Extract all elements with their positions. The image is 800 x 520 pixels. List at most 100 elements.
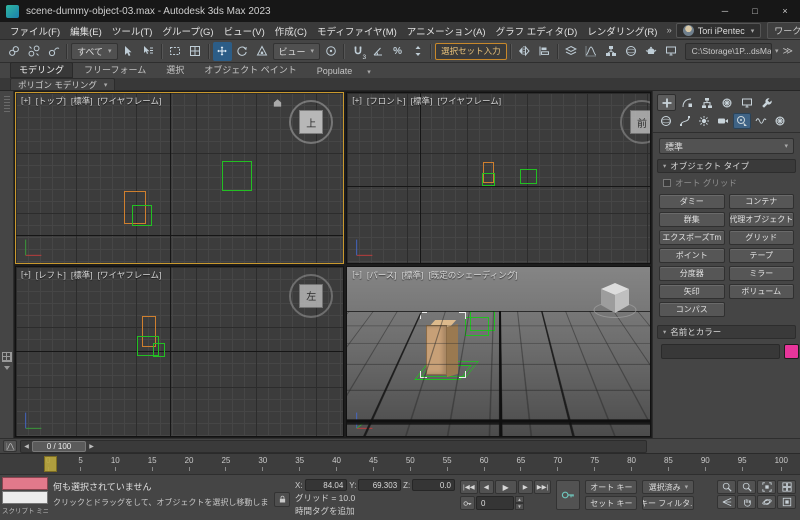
viewcube[interactable]: 前 — [620, 100, 651, 144]
object-type-button[interactable]: エクスポーズTm — [659, 230, 725, 245]
viewport-label-segment[interactable]: [ワイヤフレーム] — [98, 95, 162, 107]
timeline-tick[interactable]: 5 — [78, 456, 82, 471]
snap-toggle-3d-button[interactable]: 3 — [348, 42, 367, 61]
timeline-tick[interactable]: 70 — [553, 456, 562, 471]
selected-keys-dropdown[interactable]: 選択済み ▾ — [642, 480, 695, 494]
ribbon-tab[interactable]: モデリング — [10, 62, 74, 78]
viewport-label-segment[interactable]: [トップ] — [36, 95, 66, 107]
object-type-button[interactable]: 矢印 — [659, 284, 725, 299]
object-type-button[interactable]: コンパス — [659, 302, 725, 317]
coordinate-field[interactable]: 84.04 — [304, 479, 348, 491]
ribbon-tab[interactable]: 選択 — [157, 62, 193, 78]
toolbar-grip[interactable] — [3, 96, 10, 112]
motion-tab[interactable] — [717, 94, 736, 111]
toolbar-overflow-button[interactable]: ≫ — [780, 46, 796, 57]
unlink-selection-button[interactable] — [24, 42, 43, 61]
object-type-button[interactable]: 分度器 — [659, 266, 725, 281]
schematic-view-button[interactable] — [602, 42, 621, 61]
timeline-tick[interactable]: 10 — [111, 456, 120, 471]
menu-item[interactable]: ビュー(V) — [219, 24, 270, 38]
frame-spinner-up[interactable]: ▲ — [515, 496, 524, 503]
helpers-category-button[interactable] — [733, 113, 751, 129]
dummy-helper-wireframe[interactable] — [481, 172, 495, 186]
select-object-button[interactable] — [119, 42, 138, 61]
viewport-label-segment[interactable]: [標準] — [71, 95, 93, 107]
object-type-button[interactable]: 代理オブジェクト — [728, 212, 794, 227]
object-type-button[interactable]: グリッド — [728, 230, 794, 245]
lights-category-button[interactable] — [695, 113, 713, 129]
display-tab[interactable] — [737, 94, 756, 111]
rendered-frame-window-button[interactable] — [662, 42, 681, 61]
select-and-scale-button[interactable] — [253, 42, 272, 61]
geometry-category-button[interactable] — [657, 113, 675, 129]
orbit-button[interactable] — [757, 495, 776, 509]
helper-category-dropdown[interactable]: 標準 ▾ — [659, 138, 794, 154]
dummy-helper-3d[interactable] — [465, 311, 496, 337]
menu-item[interactable]: ツール(T) — [107, 24, 158, 38]
viewport-label-segment[interactable]: [+] — [352, 95, 362, 107]
timeline-tick[interactable]: 55 — [443, 456, 452, 471]
chevron-down-icon[interactable]: ▾ — [775, 47, 779, 55]
coordinate-field[interactable]: 0.0 — [412, 479, 455, 491]
material-editor-button[interactable] — [622, 42, 641, 61]
viewport-label-segment[interactable]: [+] — [352, 269, 362, 281]
align-button[interactable] — [535, 42, 554, 61]
bind-to-space-warp-button[interactable] — [44, 42, 63, 61]
timeline-tick[interactable]: 45 — [369, 456, 378, 471]
timeline-tick[interactable]: 95 — [738, 456, 747, 471]
frame-spinner-down[interactable]: ▼ — [515, 503, 524, 510]
menu-item[interactable]: レンダリング(R) — [582, 24, 662, 38]
viewport-label-segment[interactable]: [標準] — [411, 95, 433, 107]
timeline-tick[interactable]: 100 — [775, 456, 788, 471]
dummy-helper-wireframe[interactable] — [222, 160, 253, 191]
select-and-link-button[interactable] — [4, 42, 23, 61]
object-type-button[interactable]: ダミー — [659, 194, 725, 209]
percent-snap-toggle[interactable]: % — [388, 42, 407, 61]
viewport-label-segment[interactable]: [ワイヤフレーム] — [437, 95, 501, 107]
object-type-button[interactable]: コンテナ — [728, 194, 794, 209]
selection-filter-dropdown[interactable]: すべて ▾ — [71, 42, 118, 60]
coordinate-field[interactable]: 69.303 — [358, 479, 402, 491]
viewport-label-segment[interactable]: [パース] — [367, 269, 397, 281]
object-color-swatch[interactable] — [784, 344, 799, 359]
set-keys-button[interactable] — [556, 480, 581, 510]
timeline-tick[interactable]: 35 — [295, 456, 304, 471]
viewport-perspective[interactable]: [+] [パース] [標準] [既定のシェーディング] — [346, 265, 651, 437]
space-warps-category-button[interactable] — [752, 113, 770, 129]
ribbon-tab[interactable]: オブジェクト ペイント — [195, 62, 306, 78]
maximize-button[interactable]: □ — [740, 0, 770, 22]
timeline-tick[interactable]: 75 — [590, 456, 599, 471]
account-menu[interactable]: Tori iPentec ▾ — [675, 23, 762, 38]
previous-frame-button[interactable]: ◀ — [478, 480, 494, 494]
viewport-top[interactable]: [+] [トップ] [標準] [ワイヤフレーム] 上 — [15, 92, 345, 264]
zoom-extents-all-button[interactable] — [777, 480, 796, 494]
utilities-tab[interactable] — [757, 94, 776, 111]
go-to-start-button[interactable]: |◀◀ — [460, 480, 478, 494]
select-by-name-button[interactable] — [139, 42, 158, 61]
time-slider[interactable]: ◀ 0 / 100 ▶ — [20, 439, 647, 453]
viewport-label-segment[interactable]: [既定のシェーディング] — [428, 269, 517, 281]
timeline-tick[interactable]: 80 — [627, 456, 636, 471]
object-name-field[interactable] — [661, 344, 780, 359]
viewcube-home-icon[interactable] — [272, 97, 283, 108]
zoom-all-button[interactable] — [737, 480, 756, 494]
viewcube[interactable]: 左 — [289, 273, 334, 318]
dummy-helper-wireframe[interactable] — [519, 169, 537, 185]
select-and-rotate-button[interactable] — [233, 42, 252, 61]
current-frame-field[interactable]: 0 — [476, 496, 514, 510]
toggle-layer-explorer-button[interactable] — [562, 42, 581, 61]
timeline-tick[interactable]: 15 — [148, 456, 157, 471]
dummy-helper-wireframe[interactable] — [153, 342, 166, 357]
use-center-flyout-button[interactable] — [321, 42, 340, 61]
timeline-tick[interactable]: 85 — [664, 456, 673, 471]
key-mode-toggle[interactable] — [460, 496, 475, 510]
viewport-label-segment[interactable]: [標準] — [402, 269, 424, 281]
timeline-tick[interactable]: 90 — [701, 456, 710, 471]
timeline-tick[interactable]: 40 — [332, 456, 341, 471]
auto-key-button[interactable]: オート キー — [585, 480, 638, 494]
pan-button[interactable] — [737, 495, 756, 509]
timeline-tick[interactable]: 65 — [516, 456, 525, 471]
selection-region-button[interactable] — [166, 42, 185, 61]
minimize-button[interactable]: ─ — [710, 0, 740, 22]
named-selection-set-input[interactable]: 選択セット入力 — [435, 42, 507, 60]
